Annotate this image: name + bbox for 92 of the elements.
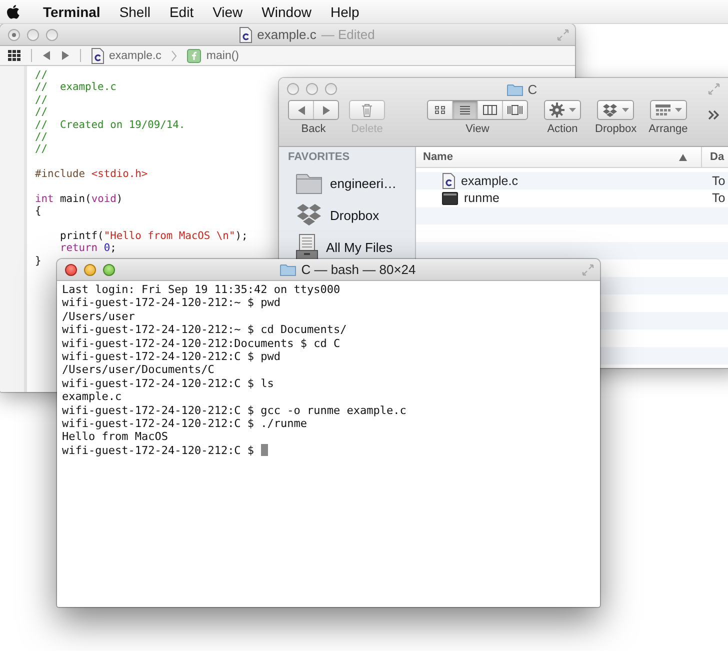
zoom-button[interactable] bbox=[103, 264, 115, 276]
folder-icon bbox=[296, 172, 322, 194]
code-line: // bbox=[35, 69, 49, 82]
menu-item[interactable]: View bbox=[212, 4, 243, 20]
app-menu[interactable]: Terminal bbox=[43, 4, 100, 20]
navigation-control[interactable] bbox=[288, 100, 339, 120]
toolbar-label: Back bbox=[301, 123, 326, 135]
file-name[interactable]: example.c bbox=[461, 174, 518, 188]
close-button[interactable] bbox=[65, 264, 77, 276]
terminal-line: wifi-guest-172-24-120-212:~ $ cd Documents/ bbox=[62, 323, 347, 337]
menu-item[interactable]: Shell bbox=[119, 4, 150, 20]
list-icon bbox=[459, 105, 471, 115]
menu-item[interactable]: Help bbox=[330, 4, 360, 20]
toolbar-label: View bbox=[466, 123, 490, 135]
chevron-icon bbox=[171, 50, 178, 62]
folder-icon bbox=[506, 82, 523, 96]
terminal-line: wifi-guest-172-24-120-212:C $ ./runme bbox=[62, 416, 308, 430]
menu-item[interactable]: Edit bbox=[169, 4, 194, 20]
sidebar-item[interactable]: engineeri… bbox=[330, 176, 396, 190]
related-items-icon[interactable] bbox=[8, 50, 21, 61]
forward-icon[interactable] bbox=[61, 50, 70, 61]
sidebar-item[interactable]: All My Files bbox=[326, 240, 392, 254]
toolbar-label: Action bbox=[547, 123, 578, 135]
view-mode-button[interactable] bbox=[452, 101, 477, 119]
folder-icon bbox=[280, 263, 296, 276]
code-line: // bbox=[35, 106, 49, 119]
gear-icon bbox=[549, 102, 565, 118]
terminal-line: Last login: Fri Sep 19 11:35:42 on ttys000 bbox=[62, 283, 340, 296]
terminal-line: wifi-guest-172-24-120-212:~ $ pwd bbox=[62, 296, 281, 310]
dropbox-button[interactable] bbox=[597, 100, 634, 120]
terminal-line: /Users/user/Documents/C bbox=[62, 363, 214, 377]
terminal-line: wifi-guest-172-24-120-212:C $ bbox=[62, 444, 256, 458]
cover-flow-icon bbox=[507, 105, 523, 115]
column-title[interactable]: Name bbox=[423, 151, 453, 163]
minimize-button[interactable] bbox=[84, 264, 96, 276]
sidebar-item[interactable]: Dropbox bbox=[330, 208, 380, 222]
code-line: { bbox=[35, 205, 42, 218]
edited-status: — Edited bbox=[321, 27, 375, 42]
caret-icon bbox=[622, 108, 630, 112]
code-line: // bbox=[35, 130, 49, 144]
file-icon bbox=[239, 26, 252, 42]
code-line: // Created on 19/09/14. bbox=[35, 118, 186, 131]
sidebar-heading: FAVORITES bbox=[288, 151, 351, 163]
close-button[interactable] bbox=[8, 28, 20, 40]
symbol-icon bbox=[187, 48, 202, 62]
code-line: return 0; bbox=[59, 242, 118, 255]
file-drawer-icon bbox=[296, 234, 318, 260]
breadcrumb-item[interactable]: main() bbox=[206, 50, 240, 62]
terminal-line: wifi-guest-172-24-120-212:C $ pwd bbox=[62, 350, 281, 364]
terminal-line: /Users/user bbox=[62, 310, 135, 324]
file-icon bbox=[442, 172, 455, 189]
window-title: C — bash — 80×24 bbox=[301, 262, 416, 277]
code-line: #include <stdio.h> bbox=[35, 168, 149, 181]
code-line: printf("Hello from MacOS \n"); bbox=[59, 230, 248, 242]
terminal-line: example.c bbox=[62, 390, 122, 404]
window-title: example.c bbox=[257, 27, 316, 42]
dropbox-icon bbox=[602, 103, 618, 117]
breadcrumb-item[interactable]: example.c bbox=[109, 50, 162, 62]
code-line: // example.c bbox=[35, 81, 118, 94]
terminal-line: wifi-guest-172-24-120-212:Documents $ cd C bbox=[62, 336, 340, 350]
sort-arrow-icon bbox=[679, 154, 687, 160]
caret-icon bbox=[569, 108, 576, 112]
forward-icon bbox=[322, 104, 330, 116]
back-icon bbox=[296, 104, 306, 116]
arrange-button[interactable] bbox=[650, 100, 687, 120]
toolbar-label: Dropbox bbox=[595, 123, 637, 135]
terminal-line: Hello from MacOS bbox=[62, 430, 168, 444]
column-title[interactable]: Da bbox=[702, 151, 724, 163]
dropbox-icon bbox=[296, 203, 322, 227]
toolbar-label: Arrange bbox=[648, 123, 688, 135]
terminal-line: wifi-guest-172-24-120-212:C $ ls bbox=[62, 376, 274, 390]
action-button[interactable] bbox=[544, 100, 581, 120]
code-line: } bbox=[35, 254, 42, 268]
table-cell-text: To bbox=[711, 174, 726, 188]
code-line: int main(void) bbox=[35, 192, 124, 206]
code-line: // bbox=[35, 94, 49, 106]
window-title: C bbox=[528, 82, 538, 96]
table-cell-text: To bbox=[711, 191, 726, 206]
code-line: // bbox=[35, 143, 49, 156]
menu-item[interactable]: Window bbox=[262, 4, 312, 20]
apple-icon[interactable] bbox=[6, 4, 20, 20]
icon-grid-icon bbox=[434, 105, 446, 115]
overflow-icon[interactable] bbox=[708, 110, 720, 120]
caret-icon bbox=[674, 108, 682, 112]
view-control[interactable] bbox=[427, 100, 528, 120]
executable-icon bbox=[442, 192, 458, 205]
columns-icon bbox=[483, 105, 497, 115]
file-name[interactable]: runme bbox=[464, 191, 500, 206]
terminal-line: wifi-guest-172-24-120-212:C $ gcc -o runme example.c bbox=[62, 404, 406, 417]
trash-icon bbox=[361, 103, 373, 117]
back-icon[interactable] bbox=[42, 50, 51, 61]
arrange-icon bbox=[654, 104, 671, 116]
